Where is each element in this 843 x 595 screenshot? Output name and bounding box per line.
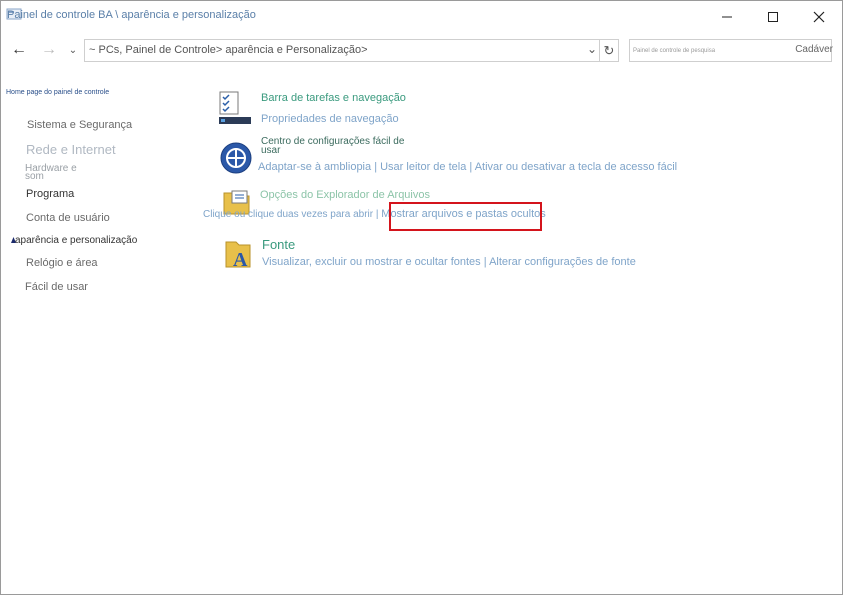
- link-separator: |: [469, 161, 473, 173]
- window-title: Painel de controle BA \ aparência e pers…: [7, 9, 256, 21]
- refresh-button[interactable]: ↻: [599, 39, 619, 62]
- navigation-bar: ← → ⌄ ~ PCs, Painel de Controle> aparênc…: [1, 35, 842, 65]
- recent-locations-button[interactable]: ⌄: [63, 40, 83, 60]
- screen-reader-link[interactable]: Usar leitor de tela: [380, 161, 466, 173]
- close-icon: [813, 11, 825, 23]
- link-separator: |: [483, 256, 487, 268]
- taskbar-icon: [219, 91, 251, 124]
- maximize-icon: [768, 12, 778, 22]
- link-separator: |: [375, 209, 379, 220]
- forward-arrow-icon: →: [41, 41, 57, 58]
- sidebar-item-hardware-sound-line2[interactable]: som: [25, 171, 44, 182]
- chevron-down-icon[interactable]: ⌄: [587, 42, 597, 56]
- close-button[interactable]: [796, 1, 842, 33]
- sidebar-item-system-security[interactable]: Sistema e Segurança: [27, 119, 132, 131]
- control-panel-window: Painel de controle BA \ aparência e pers…: [0, 0, 843, 595]
- ease-of-access-links: Adaptar-se à ambliopia | Usar leitor de …: [258, 161, 677, 173]
- file-explorer-options-title[interactable]: Opções do Explorador de Arquivos: [260, 189, 430, 201]
- fonts-links: Visualizar, excluir ou mostrar e ocultar…: [262, 256, 636, 268]
- taskbar-navigation-title[interactable]: Barra de tarefas e navegação: [261, 92, 406, 104]
- address-path: ~ PCs, Painel de Controle> aparência e P…: [89, 44, 368, 56]
- sidebar-item-clock-region[interactable]: Relógio e área: [26, 257, 98, 269]
- refresh-icon: ↻: [603, 42, 615, 58]
- ease-of-access-title-line1[interactable]: Centro de configurações fácil de: [261, 136, 404, 147]
- fonts-icon: A: [225, 241, 251, 269]
- sidebar-item-ease-of-access[interactable]: Fácil de usar: [25, 281, 88, 293]
- sidebar-item-network-internet[interactable]: Rede e Internet: [26, 142, 116, 157]
- sidebar-item-programs[interactable]: Programa: [26, 188, 74, 200]
- click-open-link[interactable]: Clique ou clique duas vezes para abrir: [203, 209, 373, 220]
- minimize-icon: [722, 16, 732, 18]
- amblyopia-link[interactable]: Adaptar-se à ambliopia: [258, 161, 371, 173]
- maximize-button[interactable]: [750, 1, 796, 33]
- chevron-down-icon: ⌄: [68, 44, 78, 56]
- link-separator: |: [374, 161, 378, 173]
- change-font-settings-link[interactable]: Alterar configurações de fonte: [489, 256, 636, 268]
- search-placeholder: Painel de controle de pesquisa: [633, 48, 716, 54]
- fonts-title[interactable]: Fonte: [262, 237, 295, 252]
- sidebar-item-appearance[interactable]: aparência e personalização: [15, 235, 137, 246]
- back-arrow-icon: ←: [11, 41, 27, 58]
- svg-text:A: A: [233, 249, 248, 269]
- search-input[interactable]: Painel de controle de pesquisa Cadáver: [629, 39, 833, 62]
- highlight-box: [389, 202, 542, 231]
- title-bar: Painel de controle BA \ aparência e pers…: [1, 1, 842, 33]
- view-delete-fonts-link[interactable]: Visualizar, excluir ou mostrar e ocultar…: [262, 256, 481, 268]
- forward-button[interactable]: →: [39, 40, 59, 60]
- navigation-properties-link[interactable]: Propriedades de navegação: [261, 113, 399, 125]
- sidebar-item-user-accounts[interactable]: Conta de usuário: [26, 212, 110, 224]
- address-bar[interactable]: ~ PCs, Painel de Controle> aparência e P…: [84, 39, 600, 62]
- minimize-button[interactable]: [704, 1, 750, 33]
- ease-of-access-icon: [220, 142, 252, 174]
- search-label: Cadáver: [795, 44, 833, 55]
- back-button[interactable]: ←: [9, 40, 29, 60]
- toggle-access-key-link[interactable]: Ativar ou desativar a tecla de acesso fá…: [475, 161, 677, 173]
- ease-of-access-title-line2[interactable]: usar: [261, 145, 280, 156]
- sidebar-home-link[interactable]: Home page do painel de controle: [6, 89, 109, 96]
